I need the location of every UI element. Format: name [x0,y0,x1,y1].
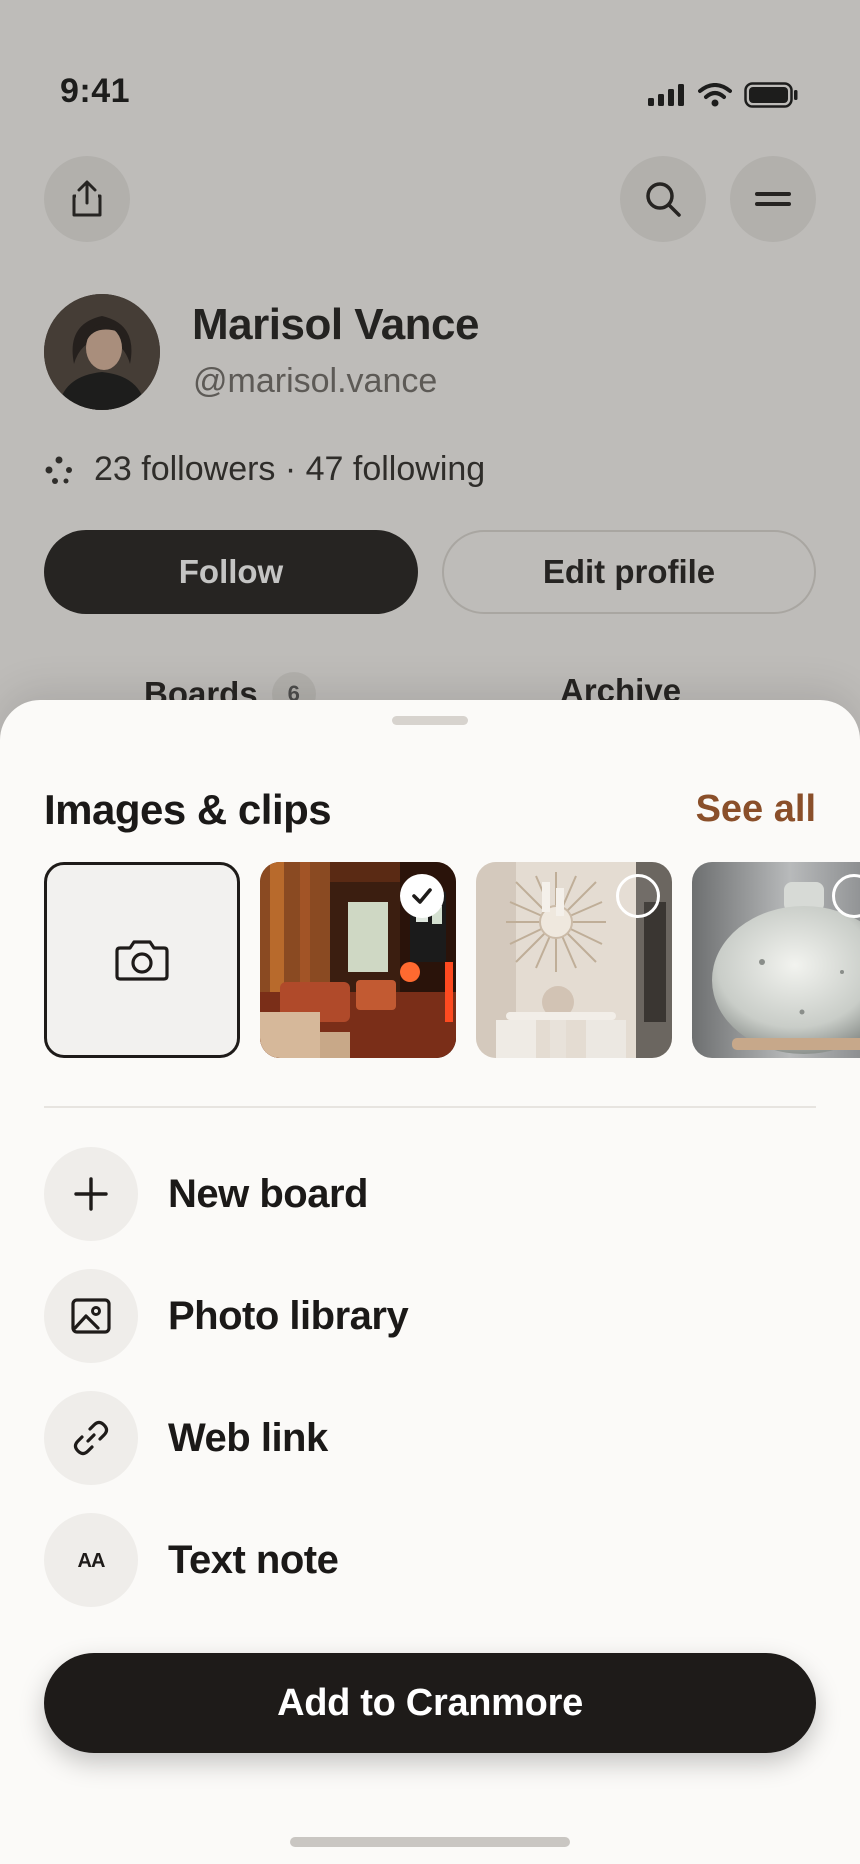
media-thumbnail-vase[interactable] [692,862,860,1058]
menu-label-web-link: Web link [168,1415,328,1460]
home-indicator [290,1837,570,1847]
link-icon [44,1391,138,1485]
menu-item-new-board[interactable]: New board [44,1146,816,1242]
camera-icon [115,940,169,981]
section-title: Images & clips [44,786,332,833]
menu-item-photo-library[interactable]: Photo library [44,1268,816,1364]
plus-icon [44,1147,138,1241]
menu-item-text-note[interactable]: AA Text note [44,1512,816,1608]
see-all-link[interactable]: See all [696,788,816,831]
text-size-icon-letters: AA [77,1550,106,1572]
menu-label-photo-library: Photo library [168,1293,409,1338]
divider [44,1106,816,1108]
menu-label-new-board: New board [168,1171,368,1216]
add-content-sheet: Images & clips See all New board Photo l… [0,700,860,1864]
selected-check-icon[interactable] [400,874,444,918]
media-thumbnail-dining-room[interactable] [476,862,672,1058]
add-to-board-button[interactable]: Add to Cranmore [44,1653,816,1753]
text-size-icon: AA [44,1513,138,1607]
sheet-grabber[interactable] [392,716,468,725]
camera-tile[interactable] [44,862,240,1058]
menu-item-web-link[interactable]: Web link [44,1390,816,1486]
image-icon [44,1269,138,1363]
unselected-check-icon[interactable] [616,874,660,918]
menu-label-text-note: Text note [168,1537,339,1582]
media-thumbnail-restaurant[interactable] [260,862,456,1058]
media-carousel[interactable] [44,862,860,1058]
